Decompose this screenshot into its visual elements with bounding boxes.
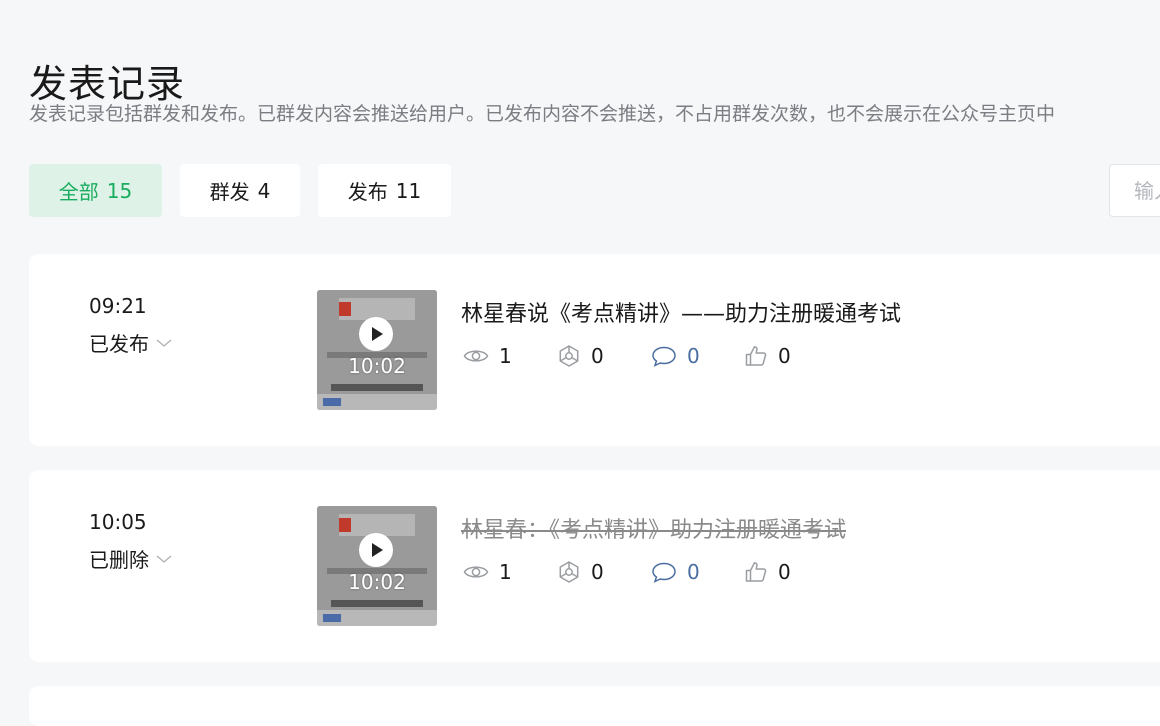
record-time: 09:21	[89, 294, 147, 318]
thumbs-up-icon	[745, 562, 767, 582]
read-count: 1	[463, 344, 512, 368]
chevron-down-icon	[156, 338, 172, 347]
stat-value: 1	[499, 560, 512, 584]
comment-icon	[652, 346, 676, 367]
tab-all[interactable]: 全部 15	[29, 164, 162, 217]
record-card: 09:21 已发布 10:02 林星春说《考点精讲》——助力注册暖通考试 1 0…	[29, 254, 1160, 446]
video-duration: 10:02	[348, 570, 406, 594]
tab-count: 11	[395, 178, 422, 203]
tab-label: 发布	[347, 180, 388, 204]
thumbs-up-icon	[745, 346, 767, 366]
status-label: 已删除	[89, 548, 149, 572]
search-box	[1109, 164, 1160, 217]
page-description: 发表记录包括群发和发布。已群发内容会推送给用户。已发布内容不会推送，不占用群发次…	[29, 103, 1056, 125]
stat-value: 1	[499, 344, 512, 368]
stat-value: 0	[591, 344, 604, 368]
eye-icon	[463, 566, 489, 578]
play-icon	[359, 317, 393, 351]
record-card: 10:05 已删除 10:02 林星春：《考点精讲》助力注册暖通考试 1 0 0	[29, 470, 1160, 662]
comment-count[interactable]: 0	[651, 344, 700, 368]
tab-mass-send[interactable]: 群发 4	[180, 164, 300, 217]
article-title[interactable]: 林星春说《考点精讲》——助力注册暖通考试	[461, 296, 901, 328]
comment-icon	[652, 562, 676, 583]
eye-icon	[463, 350, 489, 362]
status-label: 已发布	[89, 332, 149, 356]
tab-label: 全部	[58, 180, 99, 204]
video-duration: 10:02	[348, 354, 406, 378]
record-time: 10:05	[89, 510, 147, 534]
like-count: 0	[744, 560, 791, 584]
status-dropdown[interactable]: 已发布	[89, 328, 173, 357]
search-input[interactable]	[1110, 165, 1160, 216]
stat-value: 0	[687, 560, 700, 584]
record-card	[29, 686, 1160, 726]
share-count: 0	[557, 344, 604, 368]
stat-value: 0	[687, 344, 700, 368]
video-thumbnail[interactable]: 10:02	[317, 290, 437, 410]
comment-count[interactable]: 0	[651, 560, 700, 584]
video-thumbnail[interactable]: 10:02	[317, 506, 437, 626]
article-title: 林星春：《考点精讲》助力注册暖通考试	[461, 518, 847, 543]
chevron-down-icon	[156, 554, 172, 563]
read-count: 1	[463, 560, 512, 584]
share-icon	[559, 561, 579, 583]
tab-count: 4	[257, 178, 271, 203]
tab-label: 群发	[209, 180, 250, 204]
stat-value: 0	[778, 344, 791, 368]
stat-value: 0	[778, 560, 791, 584]
stat-value: 0	[591, 560, 604, 584]
play-icon	[359, 533, 393, 567]
share-icon	[559, 345, 579, 367]
tab-count: 15	[106, 178, 133, 203]
tab-publish[interactable]: 发布 11	[318, 164, 451, 217]
like-count: 0	[744, 344, 791, 368]
status-dropdown[interactable]: 已删除	[89, 544, 173, 573]
share-count: 0	[557, 560, 604, 584]
